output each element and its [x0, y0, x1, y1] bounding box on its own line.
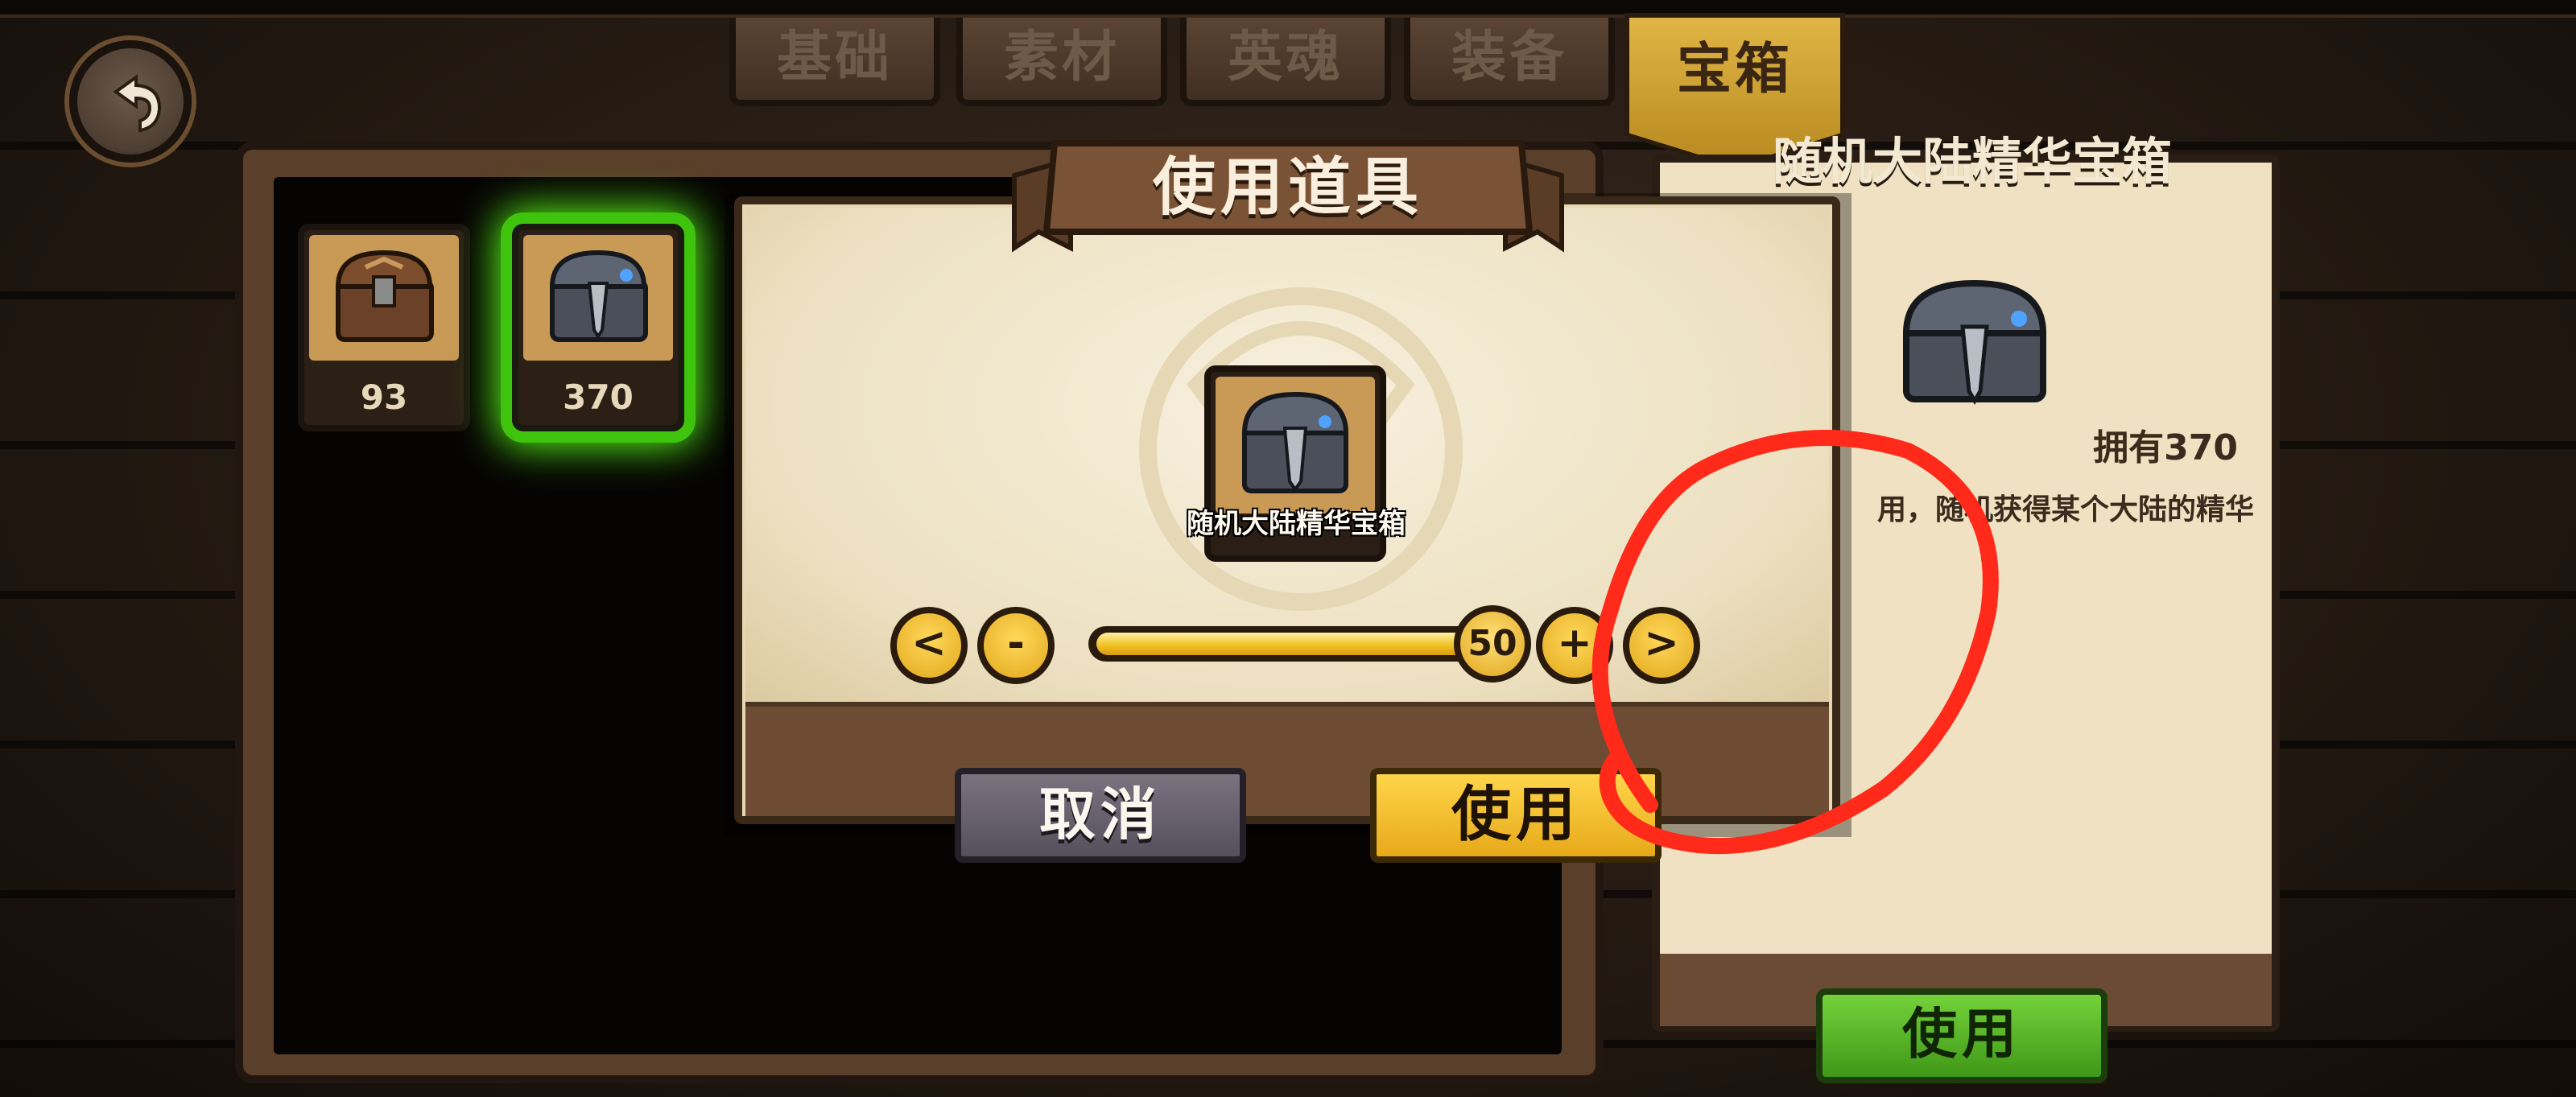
quantity-slider-handle[interactable]: 50	[1454, 605, 1531, 683]
tab-base[interactable]: 基础	[729, 18, 940, 106]
back-arrow-icon	[113, 74, 162, 133]
max-quantity-button[interactable]: >	[1623, 607, 1700, 684]
detail-title: 随机大陆精华宝箱	[1772, 132, 2172, 191]
tab-heroes[interactable]: 英魂	[1180, 18, 1391, 106]
decrease-button[interactable]: -	[977, 607, 1055, 684]
iron-chest-icon	[523, 235, 673, 361]
iron-chest-icon	[1890, 266, 2059, 410]
owned-count: 拥有370	[2093, 427, 2238, 468]
brown-chest-icon	[309, 235, 459, 361]
item-name: 随机大陆精华宝箱	[1187, 508, 1406, 540]
item-count: 370	[563, 377, 634, 417]
tab-materials[interactable]: 素材	[956, 18, 1167, 106]
tab-equipment[interactable]: 装备	[1404, 18, 1615, 106]
back-button[interactable]	[69, 40, 192, 163]
min-quantity-button[interactable]: <	[890, 607, 968, 684]
top-edge	[0, 0, 2576, 18]
iron-chest-icon	[1216, 377, 1375, 513]
quantity-slider-fill	[1096, 633, 1499, 655]
increase-button[interactable]: +	[1536, 607, 1613, 684]
item-count: 93	[360, 377, 408, 417]
inventory-slot-selected[interactable]: 370	[512, 224, 684, 431]
dialog-title: 使用道具	[1152, 151, 1423, 224]
detail-use-button[interactable]: 使用	[1816, 988, 2107, 1083]
cancel-button[interactable]: 取消	[955, 768, 1246, 863]
dialog-footer	[745, 702, 1829, 816]
use-button[interactable]: 使用	[1370, 768, 1662, 863]
inventory-slot[interactable]: 93	[298, 224, 470, 431]
